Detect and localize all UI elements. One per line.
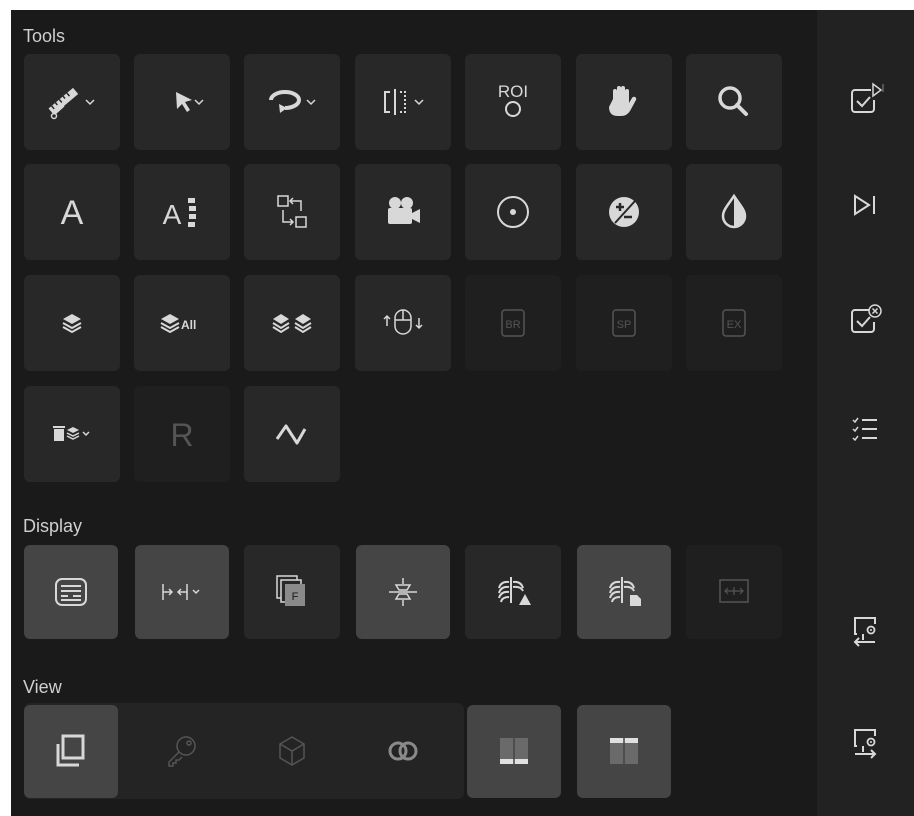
- sync-link-tool-button[interactable]: [244, 164, 340, 260]
- roi-icon: ROI: [498, 82, 528, 117]
- frames-icon: F: [276, 575, 305, 606]
- monitor-export-icon: [854, 729, 877, 759]
- mouse-scroll-icon: [383, 309, 423, 335]
- br-marker-button[interactable]: BR: [465, 275, 561, 371]
- br-icon: BR: [501, 309, 525, 337]
- overlay-info-icon: [55, 578, 87, 606]
- layout-split-top-icon: [610, 737, 638, 764]
- flip-tool-button[interactable]: [355, 54, 451, 150]
- ruler-icon: [48, 87, 95, 120]
- svg-text:SP: SP: [617, 319, 632, 331]
- skip-next-icon: [854, 194, 875, 216]
- letter-r-icon: R: [170, 417, 193, 453]
- svg-text:EX: EX: [727, 319, 742, 331]
- check-cancel-icon: [851, 304, 882, 333]
- pan-tool-button[interactable]: [576, 54, 672, 150]
- layout-vertical-button[interactable]: [577, 705, 671, 798]
- svg-text:ROI: ROI: [498, 82, 528, 101]
- reset-button[interactable]: R: [134, 386, 230, 482]
- contrast-drop-icon: [721, 193, 747, 229]
- view-section-label: View: [23, 677, 62, 697]
- ruler-tool-button[interactable]: [24, 54, 120, 150]
- expand-horizontal-button[interactable]: [686, 545, 782, 639]
- approve-button[interactable]: [835, 70, 895, 130]
- svg-text:A: A: [61, 194, 84, 232]
- arrow-pointer-icon: [176, 92, 204, 112]
- sync-link-icon: [277, 195, 307, 228]
- select-tool-button[interactable]: [134, 54, 230, 150]
- monitor-import-icon: [853, 617, 876, 647]
- export-settings-button[interactable]: [835, 712, 895, 772]
- layers-double-tool-button[interactable]: [244, 275, 340, 371]
- fusion-view-button[interactable]: [355, 705, 451, 798]
- spine-label-icon: A: [163, 198, 196, 230]
- layers-all-icon: All: [160, 314, 196, 334]
- brightness-tool-button[interactable]: [576, 164, 672, 260]
- delete-layer-tool-button[interactable]: [24, 386, 120, 482]
- svg-text:F: F: [292, 591, 299, 603]
- overlap-circles-icon: [388, 741, 418, 760]
- checklist-icon: [852, 417, 877, 442]
- text-tool-button[interactable]: A: [24, 164, 120, 260]
- flip-vertical-button[interactable]: [356, 545, 450, 639]
- sp-marker-button[interactable]: SP: [576, 275, 672, 371]
- check-play-icon: [851, 82, 884, 113]
- trash-layers-icon: [53, 426, 90, 441]
- single-view-button[interactable]: [24, 705, 118, 798]
- tools-section-label: Tools: [23, 26, 66, 46]
- scroll-tool-button[interactable]: [355, 275, 451, 371]
- plus-minus-icon: [609, 197, 639, 227]
- point-tool-button[interactable]: [465, 164, 561, 260]
- movie-camera-icon: [388, 197, 420, 224]
- reject-button[interactable]: [835, 290, 895, 350]
- magnifier-icon: [718, 86, 748, 116]
- layout-horizontal-button[interactable]: [467, 705, 561, 798]
- svg-text:BR: BR: [505, 319, 520, 331]
- rotate-icon: [269, 90, 316, 113]
- target-icon: [497, 196, 529, 228]
- sp-icon: SP: [612, 309, 636, 337]
- fit-arrows-icon: [162, 584, 200, 600]
- overlay-info-button[interactable]: [24, 545, 118, 639]
- layer-tool-button[interactable]: [24, 275, 120, 371]
- polyline-icon: [275, 424, 307, 445]
- cine-tool-button[interactable]: [355, 164, 451, 260]
- key-icon: [168, 735, 196, 767]
- frames-button[interactable]: F: [244, 545, 340, 639]
- chest-document-icon: [609, 577, 641, 606]
- 3d-view-button[interactable]: [244, 705, 340, 798]
- rotate-tool-button[interactable]: [244, 54, 340, 150]
- chest-marker-button[interactable]: [465, 545, 561, 639]
- cube-icon: [279, 735, 305, 766]
- spine-label-tool-button[interactable]: A: [134, 164, 230, 260]
- key-view-button[interactable]: [134, 705, 230, 798]
- import-settings-button[interactable]: [835, 600, 895, 660]
- layers-double-icon: [272, 314, 312, 334]
- zoom-tool-button[interactable]: [686, 54, 782, 150]
- stacked-squares-icon: [56, 734, 85, 766]
- flip-icon: [384, 89, 424, 115]
- hand-icon: [609, 86, 637, 116]
- next-button[interactable]: [835, 175, 895, 235]
- letter-a-icon: A: [61, 194, 84, 232]
- svg-text:R: R: [170, 417, 193, 453]
- flip-vertical-icon: [389, 578, 417, 606]
- layers-icon: [62, 314, 82, 334]
- contrast-tool-button[interactable]: [686, 164, 782, 260]
- svg-text:A: A: [163, 199, 182, 230]
- polyline-tool-button[interactable]: [244, 386, 340, 482]
- chest-triangle-icon: [498, 577, 531, 605]
- expand-horizontal-icon: [719, 579, 749, 603]
- svg-text:All: All: [181, 318, 196, 332]
- ex-icon: EX: [722, 309, 746, 337]
- layout-split-bottom-icon: [500, 737, 528, 764]
- roi-tool-button[interactable]: ROI: [465, 54, 561, 150]
- fit-width-button[interactable]: [135, 545, 229, 639]
- ex-marker-button[interactable]: EX: [686, 275, 782, 371]
- worklist-button[interactable]: [835, 400, 895, 460]
- layer-all-tool-button[interactable]: All: [134, 275, 230, 371]
- display-section-label: Display: [23, 516, 83, 536]
- chest-report-button[interactable]: [577, 545, 671, 639]
